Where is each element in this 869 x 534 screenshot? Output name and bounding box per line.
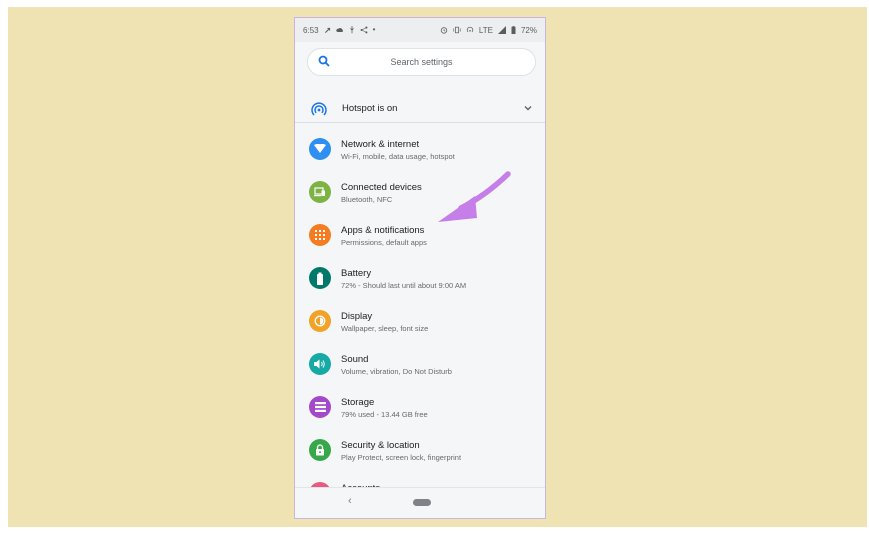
phone-screen: 6:53 • LTE 72% Search settings Hotspot i… [294,17,546,519]
annotation-arrow-icon [438,171,511,222]
